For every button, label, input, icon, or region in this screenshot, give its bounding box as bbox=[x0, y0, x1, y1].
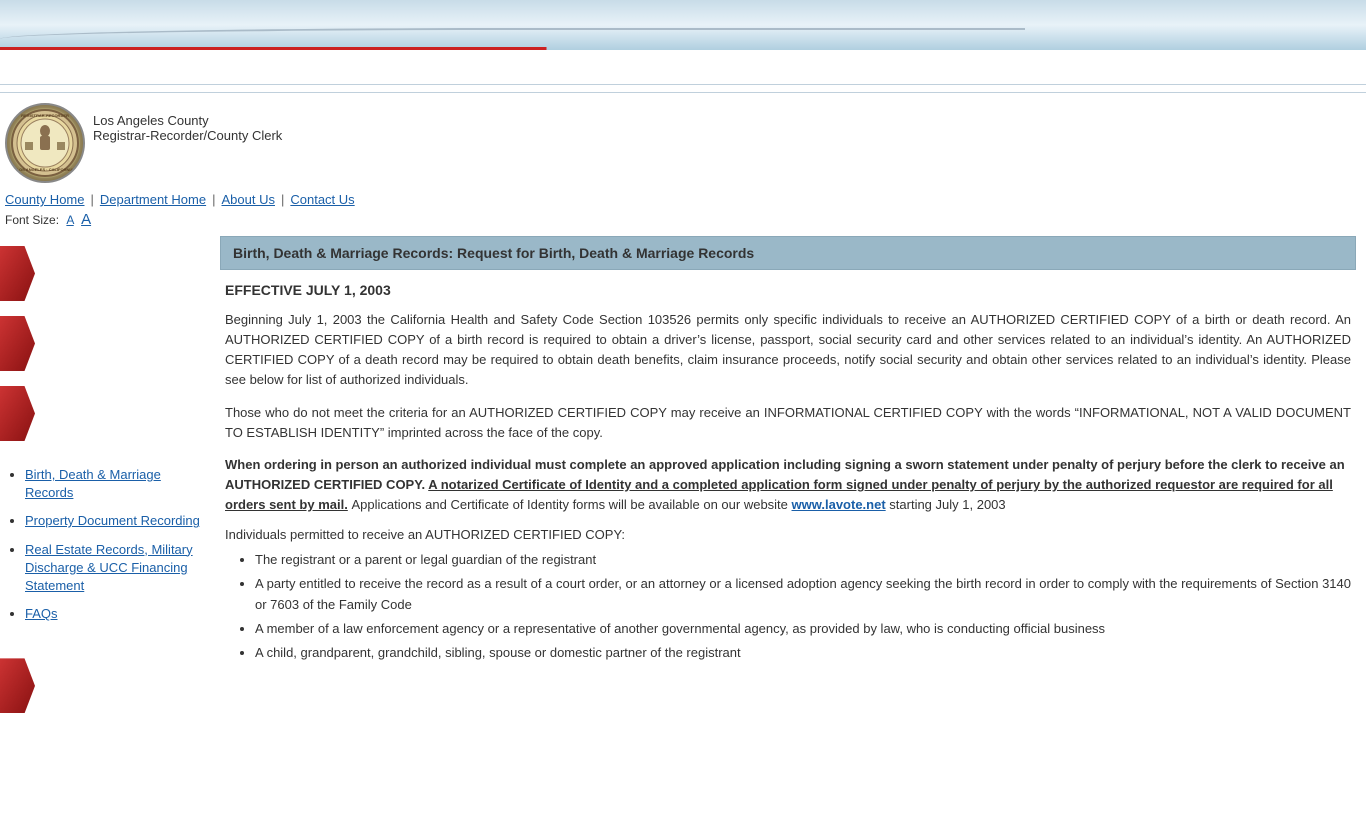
org-name1: Los Angeles County bbox=[93, 113, 282, 128]
content-title: Birth, Death & Marriage Records: Request… bbox=[233, 245, 754, 261]
main-layout: Birth, Death & Marriage Records Property… bbox=[0, 236, 1366, 836]
sidebar-tab-1 bbox=[0, 246, 35, 301]
effective-date: EFFECTIVE JULY 1, 2003 bbox=[225, 282, 1351, 298]
content-body: EFFECTIVE JULY 1, 2003 Beginning July 1,… bbox=[220, 282, 1356, 663]
para3-date: starting July 1, 2003 bbox=[886, 497, 1006, 512]
top-banner bbox=[0, 0, 1366, 50]
list-item: Birth, Death & Marriage Records bbox=[25, 466, 205, 502]
list-item: Property Document Recording bbox=[25, 512, 205, 530]
about-us-link[interactable]: About Us bbox=[221, 192, 274, 207]
bullet-4: A child, grandparent, grandchild, siblin… bbox=[255, 645, 741, 660]
nav-sep-1: | bbox=[90, 192, 93, 207]
contact-us-link[interactable]: Contact Us bbox=[290, 192, 354, 207]
content-title-bar: Birth, Death & Marriage Records: Request… bbox=[220, 236, 1356, 270]
para3-normal: Applications and Certificate of Identity… bbox=[351, 497, 791, 512]
list-item: A child, grandparent, grandchild, siblin… bbox=[255, 643, 1351, 663]
sidebar-nav-list: Birth, Death & Marriage Records Property… bbox=[10, 466, 205, 623]
content-area: Birth, Death & Marriage Records: Request… bbox=[215, 236, 1366, 836]
second-banner bbox=[0, 50, 1366, 85]
sidebar-links: Birth, Death & Marriage Records Property… bbox=[0, 461, 215, 638]
org-seal: REGISTRAR-RECORDER LOS ANGELES · CALIFOR… bbox=[5, 103, 85, 183]
permitted-title: Individuals permitted to receive an AUTH… bbox=[225, 527, 1351, 542]
org-info: Los Angeles County Registrar-Recorder/Co… bbox=[93, 113, 282, 143]
county-home-link[interactable]: County Home bbox=[5, 192, 84, 207]
sidebar-tab-3 bbox=[0, 386, 35, 441]
list-item: A party entitled to receive the record a… bbox=[255, 574, 1351, 614]
lavote-link[interactable]: www.lavote.net bbox=[792, 497, 886, 512]
content-para-2: Those who do not meet the criteria for a… bbox=[225, 403, 1351, 443]
sidebar-link-birth-death[interactable]: Birth, Death & Marriage Records bbox=[25, 467, 161, 500]
department-home-link[interactable]: Department Home bbox=[100, 192, 206, 207]
sidebar-tab-4 bbox=[0, 658, 35, 713]
font-size-large[interactable]: A bbox=[81, 211, 91, 228]
nav-links: County Home | Department Home | About Us… bbox=[0, 192, 1366, 207]
seal-inner: REGISTRAR-RECORDER LOS ANGELES · CALIFOR… bbox=[10, 108, 80, 178]
nav-sep-3: | bbox=[281, 192, 284, 207]
content-para-3: When ordering in person an authorized in… bbox=[225, 455, 1351, 515]
svg-text:LOS ANGELES · CALIFORNIA: LOS ANGELES · CALIFORNIA bbox=[17, 167, 74, 172]
third-banner bbox=[0, 85, 1366, 93]
sidebar-tab-2 bbox=[0, 316, 35, 371]
org-header: REGISTRAR-RECORDER LOS ANGELES · CALIFOR… bbox=[0, 93, 1366, 188]
list-item: FAQs bbox=[25, 605, 205, 623]
bullet-list: The registrant or a parent or legal guar… bbox=[225, 550, 1351, 663]
nav-sep-2: | bbox=[212, 192, 215, 207]
bullet-1: The registrant or a parent or legal guar… bbox=[255, 552, 596, 567]
org-name2: Registrar-Recorder/County Clerk bbox=[93, 128, 282, 143]
sidebar-link-real-estate[interactable]: Real Estate Records, Military Discharge … bbox=[25, 542, 193, 593]
font-size-label: Font Size: bbox=[5, 213, 59, 227]
bullet-3: A member of a law enforcement agency or … bbox=[255, 621, 1105, 636]
list-item: The registrant or a parent or legal guar… bbox=[255, 550, 1351, 570]
font-size-small[interactable]: A bbox=[66, 213, 73, 227]
content-para-1: Beginning July 1, 2003 the California He… bbox=[225, 310, 1351, 391]
bullet-2: A party entitled to receive the record a… bbox=[255, 576, 1351, 611]
sidebar-link-property[interactable]: Property Document Recording bbox=[25, 513, 200, 528]
svg-text:REGISTRAR-RECORDER: REGISTRAR-RECORDER bbox=[21, 113, 69, 118]
font-size-row: Font Size: A A bbox=[0, 207, 1366, 236]
list-item: Real Estate Records, Military Discharge … bbox=[25, 541, 205, 596]
sidebar: Birth, Death & Marriage Records Property… bbox=[0, 236, 215, 836]
sidebar-link-faqs[interactable]: FAQs bbox=[25, 606, 58, 621]
list-item: A member of a law enforcement agency or … bbox=[255, 619, 1351, 639]
